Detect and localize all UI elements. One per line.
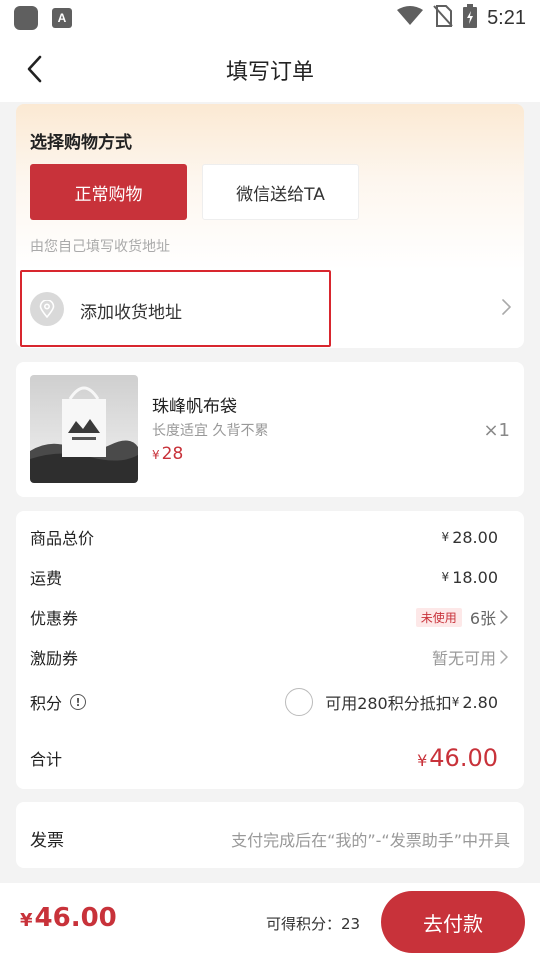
pay-button[interactable]: 去付款 [381,891,525,953]
battery-icon [463,4,478,32]
invoice-hint: 支付完成后在“我的”-“发票助手”中开具 [231,831,510,850]
normal-shopping-button[interactable]: 正常购物 [30,164,187,220]
incentive-label: 激励券 [30,649,79,668]
product-price-value: 28 [161,444,184,464]
checkout-total: ¥46.00 [20,903,117,933]
shopping-mode-hint: 由您自己填写收货地址 [30,239,170,255]
points-label-group: 积分 ! [30,690,87,714]
order-summary-card: 商品总价 ¥28.00 运费 ¥18.00 优惠券 未使用 6张 激励券 暂无可… [16,511,524,789]
currency-symbol: ¥ [20,910,33,931]
checkout-bar: ¥46.00 可得积分：23 去付款 [0,883,540,961]
product-description: 长度适宜 久背不累 [152,423,269,439]
subtotal-label: 商品总价 [30,529,95,548]
status-icons: 5:21 [397,4,526,32]
points-label: 积分 [30,694,63,713]
wifi-icon [397,6,424,30]
chevron-right-icon [500,650,508,664]
product-name: 珠峰帆布袋 [152,397,237,417]
status-bar: A 5:21 [0,0,540,36]
shipping-label: 运费 [30,569,63,588]
coupon-label: 优惠券 [30,609,79,628]
no-sim-icon [433,5,453,31]
earned-points: 可得积分：23 [266,915,361,933]
coupon-value-group: 未使用 6张 [415,605,510,629]
chevron-right-icon [500,610,508,624]
subtotal-value: ¥28.00 [442,528,498,547]
page-title: 填写订单 [225,60,314,85]
currency-symbol: ¥ [441,530,450,544]
product-image [30,375,138,483]
location-pin-icon [30,292,64,326]
coupon-status-badge: 未使用 [415,607,462,627]
currency-symbol: ¥ [417,751,428,770]
currency-symbol: ¥ [441,570,450,584]
app-icon [14,6,38,30]
coupon-count: 6张 [469,609,496,628]
shipping-amount: 18.00 [452,567,498,587]
wechat-gift-button[interactable]: 微信送给TA [202,164,359,220]
invoice-label: 发票 [30,831,64,851]
product-price: ¥28 [152,444,183,464]
incentive-row[interactable]: 激励券 暂无可用 [30,645,510,669]
add-address-label: 添加收货地址 [80,303,182,323]
text-app-icon: A [52,8,72,28]
chevron-right-icon [500,298,512,320]
subtotal-amount: 28.00 [452,527,498,547]
points-row: 积分 ! 可用280积分抵扣 ¥ 2.80 [30,687,498,717]
shipping-row: 运费 ¥18.00 [30,565,498,589]
currency-symbol: ¥ [152,448,160,462]
product-card: 珠峰帆布袋 长度适宜 久背不累 ¥28 ×1 [16,362,524,497]
shopping-mode-card: 选择购物方式 正常购物 微信送给TA 由您自己填写收货地址 [16,104,524,270]
incentive-value: 暂无可用 [431,649,496,668]
address-card[interactable]: 添加收货地址 [16,270,524,348]
points-value-group: 可用280积分抵扣 ¥ 2.80 [285,688,498,716]
clock: 5:21 [487,6,526,29]
page-header: 填写订单 [0,36,540,102]
invoice-card[interactable]: 发票 支付完成后在“我的”-“发票助手”中开具 [16,802,524,868]
coupon-row[interactable]: 优惠券 未使用 6张 [30,605,510,629]
info-icon[interactable]: ! [70,694,87,710]
points-amount: 2.80 [462,692,498,712]
shipping-value: ¥18.00 [442,568,498,587]
points-value-text: 可用280积分抵扣 [325,694,452,713]
shopping-mode-title: 选择购物方式 [30,133,132,153]
total-value: ¥46.00 [417,744,498,772]
total-amount: 46.00 [429,744,498,772]
points-radio[interactable] [285,688,314,716]
currency-symbol: ¥ [451,695,460,709]
subtotal-row: 商品总价 ¥28.00 [30,525,498,549]
checkout-total-amount: 46.00 [34,903,117,933]
product-quantity: ×1 [483,420,510,441]
total-label: 合计 [30,750,63,769]
incentive-value-group: 暂无可用 [432,645,510,669]
total-row: 合计 ¥46.00 [30,741,498,775]
